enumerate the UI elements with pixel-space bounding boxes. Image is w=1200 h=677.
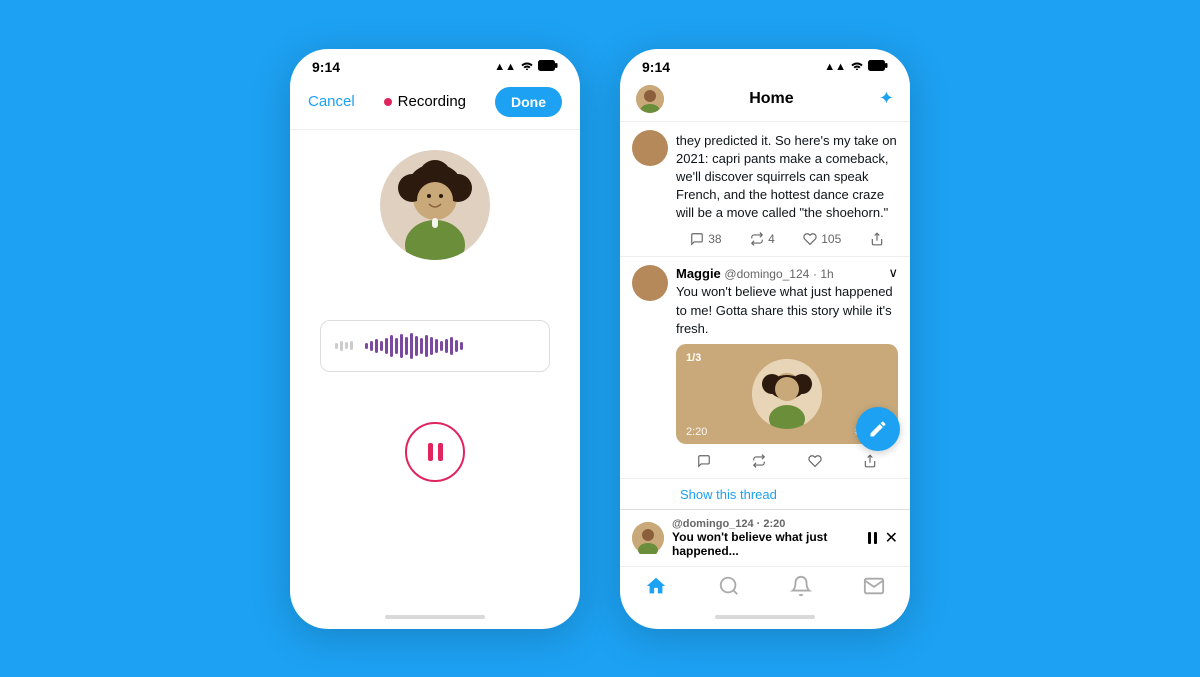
nav-messages-icon[interactable] [863,575,885,603]
tweet-1-like[interactable]: 105 [803,232,841,246]
wifi-icon-right [850,60,864,73]
tweet-1-actions: 38 4 105 [676,226,898,248]
status-icons-right: ▲▲ [824,60,888,74]
home-indicator-right [715,615,815,619]
tweet-1-retweet[interactable]: 4 [750,232,775,246]
home-indicator-left [385,615,485,619]
twitter-header: Home ✦ [620,79,910,122]
audio-close-button[interactable]: ✕ [885,528,898,548]
tweet-1-content: they predicted it. So here's my take on … [676,130,898,249]
bottom-nav [620,566,910,607]
waveform-bars [365,333,463,359]
sparkle-icon[interactable]: ✦ [879,88,894,109]
audio-bar-preview: You won't believe what just happened... [672,530,860,558]
tweet-1-comment[interactable]: 38 [690,232,721,246]
nav-search-icon[interactable] [718,575,740,603]
recording-label: Recording [384,93,466,110]
status-bar-left: 9:14 ▲▲ [290,49,580,79]
tweet-2-like[interactable] [808,454,822,468]
tweet-1-text: they predicted it. So here's my take on … [676,132,898,223]
record-header: Cancel Recording Done [290,79,580,130]
pause-button[interactable] [405,422,465,482]
audio-bar-text: @domingo_124 · 2:20 You won't believe wh… [672,518,860,558]
status-bar-right: 9:14 ▲▲ [620,49,910,79]
audio-bar-avatar [632,522,664,554]
right-phone: 9:14 ▲▲ Home ✦ they predicted it. So her… [620,49,910,629]
waveform-container [320,320,550,372]
tweet-1-share[interactable] [870,232,884,246]
show-thread[interactable]: Show this thread [620,479,910,509]
tweet-2-actions [676,448,898,470]
voice-card-avatar [752,359,822,429]
tweet-2-more[interactable]: ∨ [888,265,898,281]
done-button[interactable]: Done [495,87,562,117]
tweet-2-author: Maggie [676,266,721,281]
tweet-2-share[interactable] [863,454,877,468]
twitter-feed: they predicted it. So here's my take on … [620,122,910,509]
pause-icon [428,443,443,461]
compose-icon [868,419,888,439]
cancel-button[interactable]: Cancel [308,93,355,110]
battery-icon-right [868,60,888,74]
left-phone: 9:14 ▲▲ Cancel Recording Done [290,49,580,629]
compose-button[interactable] [856,407,900,451]
signal-icon-left: ▲▲ [494,61,516,73]
audio-bar-meta: @domingo_124 · 2:20 [672,518,860,530]
status-icons-left: ▲▲ [494,60,558,74]
nav-notifications-icon[interactable] [790,575,812,603]
audio-player-bar: @domingo_124 · 2:20 You won't believe wh… [620,509,910,566]
nav-home-icon[interactable] [645,575,667,603]
user-avatar-recording [380,150,490,260]
audio-bar-controls: ✕ [868,528,898,548]
feed-title: Home [749,90,793,108]
recording-text: Recording [398,93,466,110]
voice-card-duration: 2:20 [686,426,707,438]
header-avatar [636,85,664,113]
record-body [290,130,580,607]
wifi-icon-left [520,60,534,73]
tweet-2-meta: Maggie @domingo_124 · 1h ∨ [676,265,898,281]
recording-dot [384,98,392,106]
audio-pause-button[interactable] [868,532,877,544]
tweet-1-avatar [632,130,668,166]
time-left: 9:14 [312,59,340,75]
tweet-2-handle: @domingo_124 [724,267,809,281]
signal-icon-right: ▲▲ [824,61,846,73]
wave-icon [335,341,353,351]
voice-card-counter: 1/3 [686,352,701,364]
tweet-2-comment[interactable] [697,454,711,468]
tweet-2-retweet[interactable] [752,454,766,468]
tweet-2-avatar [632,265,668,301]
battery-icon-left [538,60,558,74]
tweet-1: they predicted it. So here's my take on … [620,122,910,258]
tweet-2-text: You won't believe what just happened to … [676,283,898,338]
time-right: 9:14 [642,59,670,75]
